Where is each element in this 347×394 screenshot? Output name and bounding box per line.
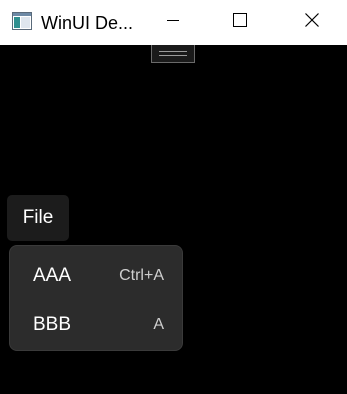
minimize-icon	[165, 12, 181, 33]
title-bar[interactable]: WinUI De...	[0, 0, 347, 45]
maximize-icon	[232, 12, 248, 33]
drag-handle[interactable]	[151, 45, 195, 63]
minimize-button[interactable]	[143, 0, 203, 45]
menu-item-accelerator: A	[153, 316, 164, 333]
menu-flyout: AAA Ctrl+A BBB A	[9, 245, 183, 351]
grip-line	[159, 55, 187, 56]
window-content: File AAA Ctrl+A BBB A	[0, 45, 347, 394]
grip-line	[159, 51, 187, 52]
menu-item-aaa[interactable]: AAA Ctrl+A	[14, 253, 178, 297]
app-window: WinUI De... File AAA Ctrl+A BBB A	[0, 0, 347, 394]
menu-item-label: AAA	[33, 265, 72, 286]
close-button[interactable]	[282, 0, 342, 45]
window-title: WinUI De...	[41, 13, 134, 33]
close-icon	[304, 12, 320, 33]
app-window-icon	[12, 12, 32, 30]
menubar-item-file[interactable]: File	[7, 195, 69, 241]
menu-item-label: BBB	[33, 314, 72, 335]
menu-item-bbb[interactable]: BBB A	[14, 302, 178, 346]
maximize-button[interactable]	[210, 0, 270, 45]
menu-item-accelerator: Ctrl+A	[119, 267, 164, 284]
menubar-item-label: File	[22, 207, 54, 228]
